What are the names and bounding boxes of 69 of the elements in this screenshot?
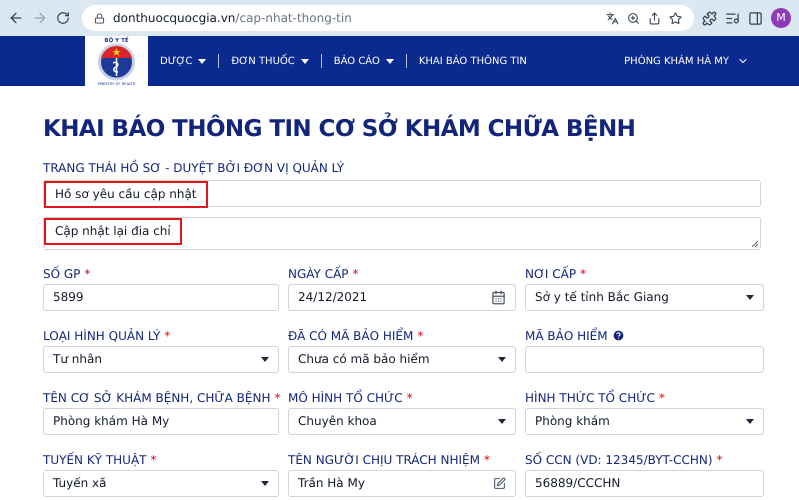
- field-value: Hồ sơ yêu cầu cập nhật: [44, 180, 208, 208]
- side-panel-icon[interactable]: [748, 10, 763, 26]
- caret-icon: [261, 356, 269, 362]
- required-asterisk: *: [716, 452, 723, 468]
- lock-icon: [94, 12, 105, 24]
- nav-menu-item[interactable]: ĐƠN THUỐC: [231, 54, 309, 68]
- extensions-icon[interactable]: [702, 10, 717, 26]
- field-label: SỐ GP: [43, 264, 80, 282]
- back-icon[interactable]: [8, 10, 24, 26]
- required-asterisk: *: [658, 390, 665, 406]
- field-label: MÃ BẢO HIỂM: [525, 326, 608, 344]
- textarea-field[interactable]: Cập nhật lại đia chỉ: [43, 216, 761, 250]
- select-field[interactable]: Phòng khám: [525, 408, 764, 434]
- input-field[interactable]: 56889/CCCHN: [525, 470, 764, 496]
- input-field[interactable]: Phòng khám Hà My: [43, 408, 279, 434]
- nav-menu-item[interactable]: BÁO CÁO: [334, 54, 394, 68]
- field-label: HÌNH THỨC TỔ CHỨC: [525, 388, 655, 406]
- field-label: SỐ CCN (VD: 12345/BYT-CCHN): [525, 450, 713, 468]
- input-field[interactable]: 5899: [43, 284, 279, 310]
- star-icon[interactable]: [669, 12, 682, 24]
- field-value: Cập nhật lại đia chỉ: [44, 218, 182, 244]
- required-asterisk: *: [150, 452, 157, 468]
- required-asterisk: *: [417, 328, 424, 344]
- edit-icon[interactable]: [493, 476, 506, 490]
- field-label: NƠI CẤP: [525, 264, 576, 282]
- address-bar[interactable]: donthuocquocgia.vn/cap-nhat-thong-tin: [82, 5, 694, 31]
- input-field[interactable]: Trần Hà My: [288, 470, 516, 496]
- profile-avatar[interactable]: M: [771, 8, 791, 28]
- field-label: NGÀY CẤP: [288, 264, 349, 282]
- reload-icon[interactable]: [56, 11, 70, 25]
- field-label: LOẠI HÌNH QUẢN LÝ: [43, 327, 160, 344]
- translate-icon[interactable]: [606, 12, 619, 24]
- nav-menu-item[interactable]: DƯỢC: [160, 54, 206, 68]
- select-field[interactable]: Chưa có mã bảo hiểm: [288, 346, 516, 372]
- field-label: ĐÃ CÓ MÃ BẢO HIỂM: [288, 326, 414, 344]
- required-asterisk: *: [352, 266, 359, 282]
- required-asterisk: *: [484, 452, 490, 468]
- caret-icon: [746, 418, 754, 424]
- resize-handle-icon[interactable]: [751, 240, 758, 246]
- media-icon[interactable]: [725, 10, 740, 26]
- field-label: TÊN NGƯỜI CHỊU TRÁCH NHIỆM: [288, 452, 480, 468]
- input-field[interactable]: 24/12/2021: [288, 284, 516, 310]
- field-label: TÊN CƠ SỞ KHÁM BỆNH, CHỮA BỆNH: [43, 389, 270, 406]
- input-field[interactable]: Hồ sơ yêu cầu cập nhật: [43, 180, 761, 206]
- field-label: MÔ HÌNH TỔ CHỨC: [288, 388, 403, 406]
- caret-icon: [261, 480, 269, 486]
- caret-icon: [498, 356, 506, 362]
- page-title: KHAI BÁO THÔNG TIN CƠ SỞ KHÁM CHỮA BỆNH: [43, 112, 756, 146]
- input-field[interactable]: [525, 346, 764, 372]
- url-text: donthuocquocgia.vn/cap-nhat-thong-tin: [113, 10, 353, 27]
- required-asterisk: *: [580, 266, 586, 282]
- required-asterisk: *: [164, 328, 170, 344]
- select-field[interactable]: Chuyên khoa: [288, 408, 516, 434]
- section-label: TRANG THÁI HỒ SƠ - DUYỆT BỞI ĐƠN VỊ QUẢN LÝ: [43, 158, 346, 176]
- field-label: TUYẾN KỸ THUẬT: [43, 450, 147, 468]
- required-asterisk: *: [406, 390, 413, 406]
- nav-menu-item[interactable]: KHAI BÁO THÔNG TIN: [418, 54, 527, 68]
- zoom-icon[interactable]: [627, 12, 640, 24]
- caret-icon: [746, 294, 754, 300]
- required-asterisk: *: [84, 266, 90, 282]
- select-field[interactable]: Tuyến xã: [43, 470, 279, 496]
- caret-icon: [498, 418, 506, 424]
- select-field[interactable]: Tư nhân: [43, 346, 279, 372]
- help-icon[interactable]: [612, 329, 625, 342]
- select-field[interactable]: Sở y tế tỉnh Bắc Giang: [525, 284, 764, 310]
- share-icon[interactable]: [648, 12, 661, 24]
- required-asterisk: *: [274, 390, 280, 406]
- account-menu[interactable]: PHÒNG KHÁM HÀ MY: [624, 54, 749, 68]
- calendar-icon[interactable]: [491, 290, 506, 304]
